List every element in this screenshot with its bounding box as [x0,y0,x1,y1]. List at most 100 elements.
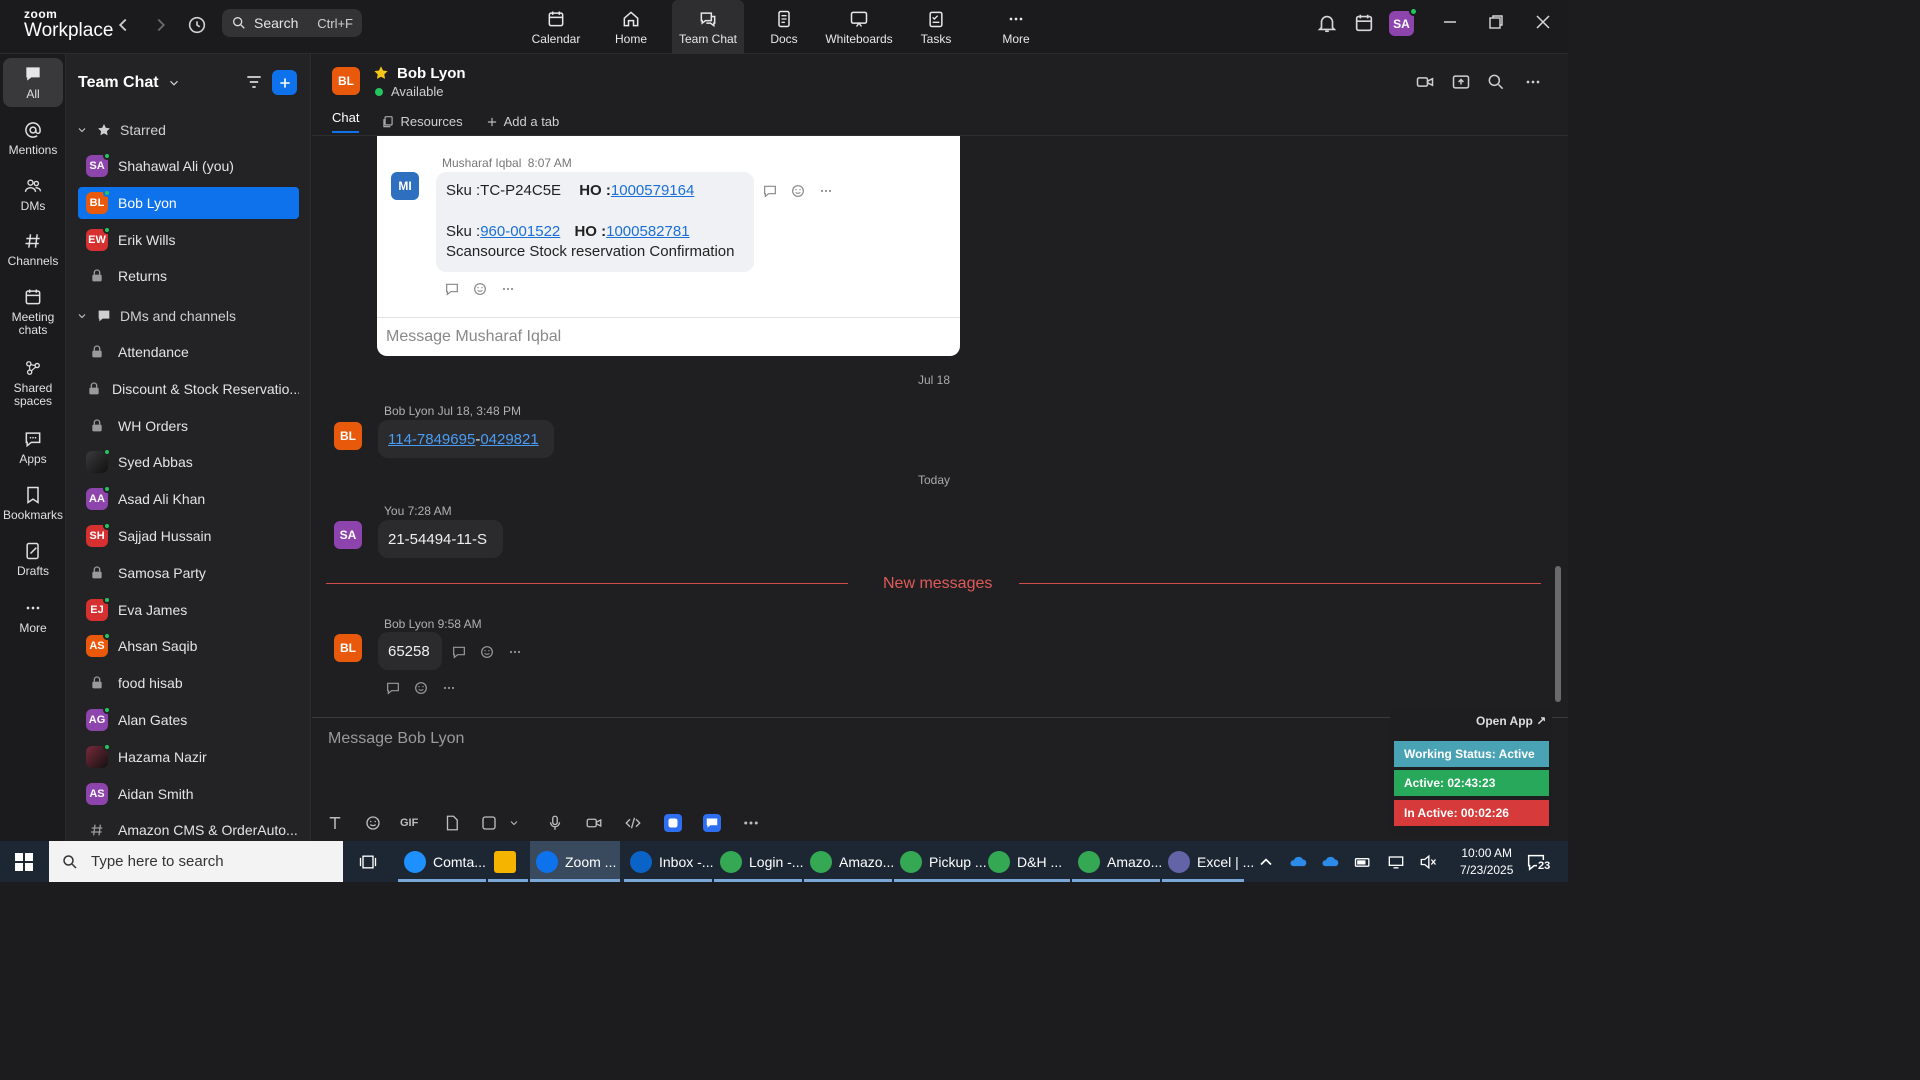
sidebar-item-sajjad-hussain[interactable]: SH Sajjad Hussain [78,520,299,552]
nav-whiteboards[interactable]: Whiteboards [824,0,894,54]
onedrive-icon[interactable] [1288,852,1308,872]
taskbar-app-pickup[interactable]: Pickup ... [894,841,987,882]
message-link-a[interactable]: 114-7849695 [388,431,475,448]
sidebar-item-bob-lyon[interactable]: BL Bob Lyon [78,186,299,219]
taskbar-app-excel[interactable]: Excel | ... [1162,841,1254,882]
rail-drafts[interactable]: Drafts [3,541,63,578]
rail-all[interactable]: All [3,58,63,108]
sidebar-item-ahsan-saqib[interactable]: AS Ahsan Saqib [78,630,299,662]
rail-shared-spaces[interactable]: Shared spaces [3,358,63,408]
share-screen-icon[interactable] [1451,72,1471,92]
message-avatar[interactable]: BL [334,422,362,450]
screenshot-icon[interactable] [480,814,498,832]
rail-mentions[interactable]: Mentions [3,120,63,157]
reply-icon[interactable] [385,680,401,696]
sidebar-item-samosa-party[interactable]: Samosa Party [78,557,299,589]
filter-icon[interactable] [244,72,264,92]
volume-muted-icon[interactable] [1418,852,1438,872]
message-link-b[interactable]: 0429821 [480,431,538,448]
reply-icon[interactable] [444,281,460,297]
taskbar-app-d-h[interactable]: D&H ... [982,841,1070,882]
tab-resources[interactable]: Resources [381,110,463,133]
more-icon[interactable] [500,281,516,297]
taskbar-app-file-explorer[interactable] [488,841,528,882]
chevron-down-icon[interactable] [508,814,520,832]
sidebar-item-wh-orders[interactable]: WH Orders [78,410,299,442]
onedrive-icon[interactable] [1320,852,1340,872]
more-tools-icon[interactable] [742,814,760,832]
nav-calendar[interactable]: Calendar [530,0,582,54]
sidebar-item-eva-james[interactable]: EJ Eva James [78,594,299,626]
gif-icon[interactable]: GIF [400,814,424,832]
sidebar-item-amazon-cms-orderauto[interactable]: Amazon CMS & OrderAuto... [78,814,299,841]
message-avatar[interactable]: BL [334,634,362,662]
tab-add[interactable]: Add a tab [485,110,559,133]
emoji-icon[interactable] [413,680,429,696]
nav-team-chat[interactable]: Team Chat [672,0,744,54]
taskbar-app-inbox[interactable]: Inbox -... [624,841,713,882]
sidebar-item-alan-gates[interactable]: AG Alan Gates [78,704,299,736]
history-icon[interactable] [186,14,208,36]
sidebar-item-asad-ali-khan[interactable]: AA Asad Ali Khan [78,483,299,515]
more-icon[interactable] [441,680,457,696]
thread-avatar[interactable]: MI [391,172,419,200]
network-icon[interactable] [1386,852,1406,872]
close-icon[interactable] [1533,12,1553,32]
app-shortcut-icon[interactable] [664,814,682,832]
reply-icon[interactable] [762,183,778,199]
windows-start-icon[interactable] [14,852,34,872]
sidebar-item-attendance[interactable]: Attendance [78,336,299,368]
rail-dms[interactable]: DMs [3,176,63,213]
user-avatar[interactable]: SA [1389,7,1418,36]
reply-icon[interactable] [451,644,467,660]
nav-tasks[interactable]: Tasks [914,0,958,54]
video-icon[interactable] [1415,72,1435,92]
video-message-icon[interactable] [585,814,603,832]
rail-bookmarks[interactable]: Bookmarks [3,485,63,522]
rail-channels[interactable]: Channels [3,231,63,268]
taskbar-app-login[interactable]: Login -... [714,841,803,882]
file-icon[interactable] [443,814,461,832]
rail-more[interactable]: More [3,598,63,635]
open-app-link[interactable]: Open App ↗ [1476,714,1546,728]
system-clock[interactable]: 10:00 AM 7/23/2025 [1460,845,1513,879]
app-shortcut-icon[interactable] [703,814,721,832]
chat-scrollbar[interactable] [1555,566,1561,702]
thread-ho-link-2[interactable]: 1000582781 [606,223,689,240]
calendar-widget-icon[interactable] [1353,12,1375,34]
forward-arrow-icon[interactable] [150,14,172,36]
sidebar-item-aidan-smith[interactable]: AS Aidan Smith [78,778,299,810]
text-format-icon[interactable] [326,814,344,832]
microphone-icon[interactable] [546,814,564,832]
sidebar-item-returns[interactable]: Returns [78,260,299,292]
thread-ho-link-1[interactable]: 1000579164 [611,182,694,199]
battery-icon[interactable] [1353,852,1373,872]
star-icon[interactable] [372,64,390,82]
rail-meeting-chats[interactable]: Meeting chats [3,287,63,337]
emoji-icon[interactable] [364,814,382,832]
emoji-icon[interactable] [472,281,488,297]
more-icon[interactable] [507,644,523,660]
taskbar-app-amazo[interactable]: Amazo... [1072,841,1162,882]
nav-docs[interactable]: Docs [764,0,804,54]
code-icon[interactable] [624,814,642,832]
thread-sku-link-2[interactable]: 960-001522 [480,223,560,240]
sidebar-item-food-hisab[interactable]: food hisab [78,667,299,699]
tab-chat[interactable]: Chat [332,110,360,133]
section-starred[interactable]: Starred [76,122,166,138]
sidebar-item-syed-abbas[interactable]: Syed Abbas [78,446,299,478]
sidebar-item-shahawal-ali-you[interactable]: SA Shahawal Ali (you) [78,150,299,182]
more-icon[interactable] [818,183,834,199]
emoji-icon[interactable] [790,183,806,199]
rail-apps[interactable]: Apps [3,429,63,466]
contact-name[interactable]: Bob Lyon [397,65,466,82]
restore-icon[interactable] [1486,12,1506,32]
search-box[interactable]: Search Ctrl+F [222,9,362,37]
task-view-icon[interactable] [358,852,378,872]
taskbar-app-amazo[interactable]: Amazo... [804,841,894,882]
emoji-icon[interactable] [479,644,495,660]
tray-chevron-up-icon[interactable] [1256,852,1276,872]
nav-more[interactable]: More [994,0,1038,54]
new-chat-button[interactable] [272,70,297,95]
sidebar-item-hazama-nazir[interactable]: Hazama Nazir [78,741,299,773]
